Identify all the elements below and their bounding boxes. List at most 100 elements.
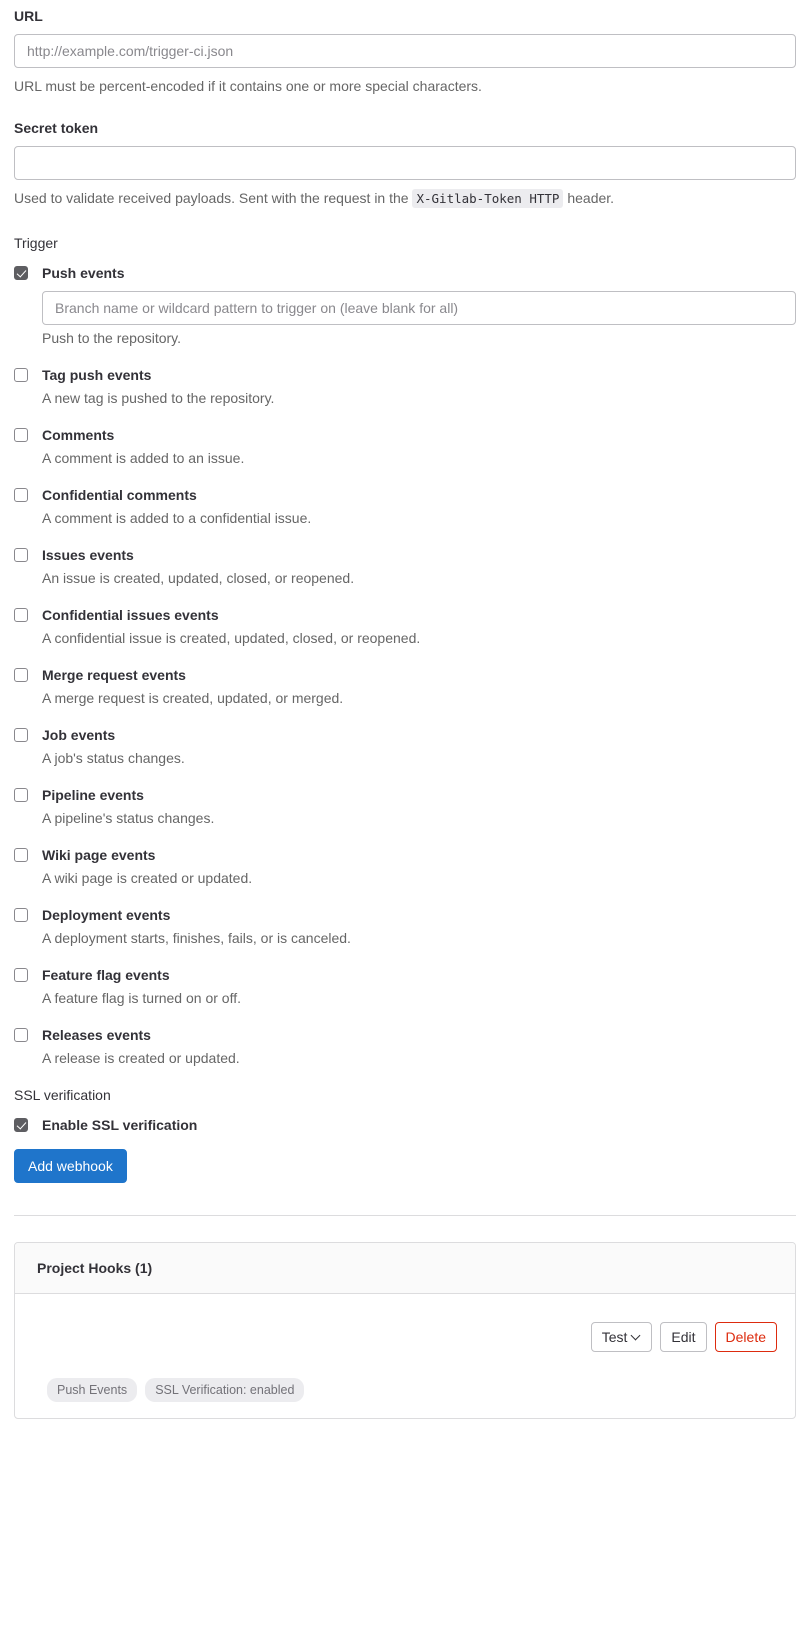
trigger-checkbox-row[interactable]: Wiki page events <box>14 845 796 865</box>
trigger-checkbox[interactable] <box>14 548 28 562</box>
edit-button[interactable]: Edit <box>660 1322 707 1352</box>
trigger-checkbox-label[interactable]: Issues events <box>42 545 134 565</box>
trigger-event-row: Job events A job's status changes. <box>14 725 796 769</box>
trigger-checkbox[interactable] <box>14 1028 28 1042</box>
secret-token-help-before: Used to validate received payloads. Sent… <box>14 190 409 206</box>
test-dropdown-button[interactable]: Test <box>590 1322 653 1352</box>
trigger-checkbox[interactable] <box>14 266 28 280</box>
trigger-checkbox-label[interactable]: Confidential comments <box>42 485 197 505</box>
secret-token-help-text: Used to validate received payloads. Sent… <box>14 188 796 209</box>
trigger-checkbox-label[interactable]: Merge request events <box>42 665 186 685</box>
trigger-checkbox-label[interactable]: Pipeline events <box>42 785 144 805</box>
trigger-event-description: A merge request is created, updated, or … <box>42 690 344 706</box>
secret-token-form-group: Secret token Used to validate received p… <box>14 96 796 209</box>
trigger-event-row: Pipeline events A pipeline's status chang… <box>14 785 796 829</box>
trigger-event-description: A job's status changes. <box>42 750 185 766</box>
hook-action-buttons: Test Edit Delete <box>33 1308 777 1352</box>
trigger-section: Trigger Push events Push to the repositor… <box>14 209 796 1069</box>
trigger-checkbox-label[interactable]: Feature flag events <box>42 965 170 985</box>
url-help-text: URL must be percent-encoded if it contai… <box>14 78 482 94</box>
hook-badge: SSL Verification: enabled <box>145 1378 305 1402</box>
trigger-event-description: A new tag is pushed to the repository. <box>42 390 275 406</box>
trigger-event-description: Push to the repository. <box>42 330 182 346</box>
trigger-checkbox-row[interactable]: Confidential comments <box>14 485 796 505</box>
trigger-checkbox[interactable] <box>14 428 28 442</box>
trigger-event-row: Releases events A release is created or u… <box>14 1025 796 1069</box>
trigger-checkbox-label[interactable]: Push events <box>42 263 124 283</box>
trigger-checkbox[interactable] <box>14 908 28 922</box>
trigger-event-description: A release is created or updated. <box>42 1050 240 1066</box>
trigger-event-row: Comments A comment is added to an issue. <box>14 425 796 469</box>
trigger-checkbox[interactable] <box>14 848 28 862</box>
url-form-group: URL URL must be percent-encoded if it co… <box>14 0 796 96</box>
trigger-checkbox-row[interactable]: Comments <box>14 425 796 445</box>
gitlab-token-header-code: X-Gitlab-Token HTTP <box>412 189 564 208</box>
trigger-checkbox-label[interactable]: Confidential issues events <box>42 605 219 625</box>
trigger-checkbox-row[interactable]: Merge request events <box>14 665 796 685</box>
trigger-event-row: Feature flag events A feature flag is tur… <box>14 965 796 1009</box>
trigger-checkbox-row[interactable]: Job events <box>14 725 796 745</box>
trigger-checkbox[interactable] <box>14 608 28 622</box>
section-divider <box>14 1215 796 1216</box>
trigger-checkbox-row[interactable]: Pipeline events <box>14 785 796 805</box>
trigger-event-list: Push events Push to the repository. Tag pu… <box>14 263 796 1069</box>
trigger-checkbox-label[interactable]: Deployment events <box>42 905 170 925</box>
trigger-event-description: A comment is added to an issue. <box>42 450 245 466</box>
trigger-checkbox-label[interactable]: Tag push events <box>42 365 151 385</box>
chevron-down-icon <box>632 1331 641 1340</box>
trigger-event-description: An issue is created, updated, closed, or… <box>42 570 355 586</box>
branch-filter-input[interactable] <box>42 291 796 325</box>
trigger-checkbox-row[interactable]: Feature flag events <box>14 965 796 985</box>
trigger-checkbox-row[interactable]: Releases events <box>14 1025 796 1045</box>
trigger-event-row: Tag push events A new tag is pushed to th… <box>14 365 796 409</box>
webhook-settings-page: URL URL must be percent-encoded if it co… <box>0 0 810 1419</box>
ssl-checkbox[interactable] <box>14 1118 28 1132</box>
ssl-checkbox-row[interactable]: Enable SSL verification <box>14 1115 796 1135</box>
trigger-checkbox[interactable] <box>14 368 28 382</box>
trigger-event-description: A pipeline's status changes. <box>42 810 215 826</box>
url-input[interactable] <box>14 34 796 68</box>
trigger-event-description: A comment is added to a confidential iss… <box>42 510 312 526</box>
trigger-event-row: Merge request events A merge request is c… <box>14 665 796 709</box>
trigger-event-description: A feature flag is turned on or off. <box>42 990 241 1006</box>
branch-filter-wrapper <box>42 291 796 325</box>
trigger-checkbox-row[interactable]: Push events <box>14 263 796 283</box>
trigger-checkbox-label[interactable]: Releases events <box>42 1025 151 1045</box>
hook-badge: Push Events <box>47 1378 138 1402</box>
trigger-checkbox[interactable] <box>14 488 28 502</box>
hook-badge-list: Push Events SSL Verification: enabled <box>33 1352 777 1402</box>
ssl-checkbox-label[interactable]: Enable SSL verification <box>42 1115 197 1135</box>
trigger-checkbox-label[interactable]: Wiki page events <box>42 845 155 865</box>
trigger-heading: Trigger <box>14 235 58 251</box>
trigger-event-description: A confidential issue is created, updated… <box>42 630 421 646</box>
trigger-checkbox-row[interactable]: Issues events <box>14 545 796 565</box>
trigger-checkbox[interactable] <box>14 968 28 982</box>
ssl-heading: SSL verification <box>14 1087 111 1103</box>
trigger-checkbox[interactable] <box>14 728 28 742</box>
trigger-event-row: Wiki page events A wiki page is created o… <box>14 845 796 889</box>
trigger-checkbox-row[interactable]: Tag push events <box>14 365 796 385</box>
trigger-event-row: Push events Push to the repository. <box>14 263 796 349</box>
trigger-checkbox-label[interactable]: Comments <box>42 425 114 445</box>
add-webhook-button[interactable]: Add webhook <box>14 1149 127 1183</box>
trigger-event-row: Confidential comments A comment is added … <box>14 485 796 529</box>
trigger-checkbox-row[interactable]: Deployment events <box>14 905 796 925</box>
trigger-checkbox-row[interactable]: Confidential issues events <box>14 605 796 625</box>
ssl-verification-section: SSL verification Enable SSL verification <box>14 1085 796 1135</box>
delete-button[interactable]: Delete <box>714 1322 777 1352</box>
trigger-event-description: A wiki page is created or updated. <box>42 870 253 886</box>
trigger-event-row: Confidential issues events A confidential… <box>14 605 796 649</box>
url-label: URL <box>14 8 43 24</box>
test-button-label: Test <box>601 1329 628 1345</box>
secret-token-input[interactable] <box>14 146 796 180</box>
project-hooks-title: Project Hooks (1) <box>15 1243 795 1294</box>
trigger-checkbox[interactable] <box>14 668 28 682</box>
trigger-event-row: Issues events An issue is created, update… <box>14 545 796 589</box>
trigger-event-description: A deployment starts, finishes, fails, or… <box>42 930 351 946</box>
secret-token-label: Secret token <box>14 120 99 136</box>
trigger-checkbox-label[interactable]: Job events <box>42 725 115 745</box>
trigger-event-row: Deployment events A deployment starts, fi… <box>14 905 796 949</box>
trigger-checkbox[interactable] <box>14 788 28 802</box>
secret-token-help-after: header. <box>567 190 615 206</box>
project-hooks-card: Project Hooks (1) Test Edit Delete Push … <box>14 1242 796 1419</box>
